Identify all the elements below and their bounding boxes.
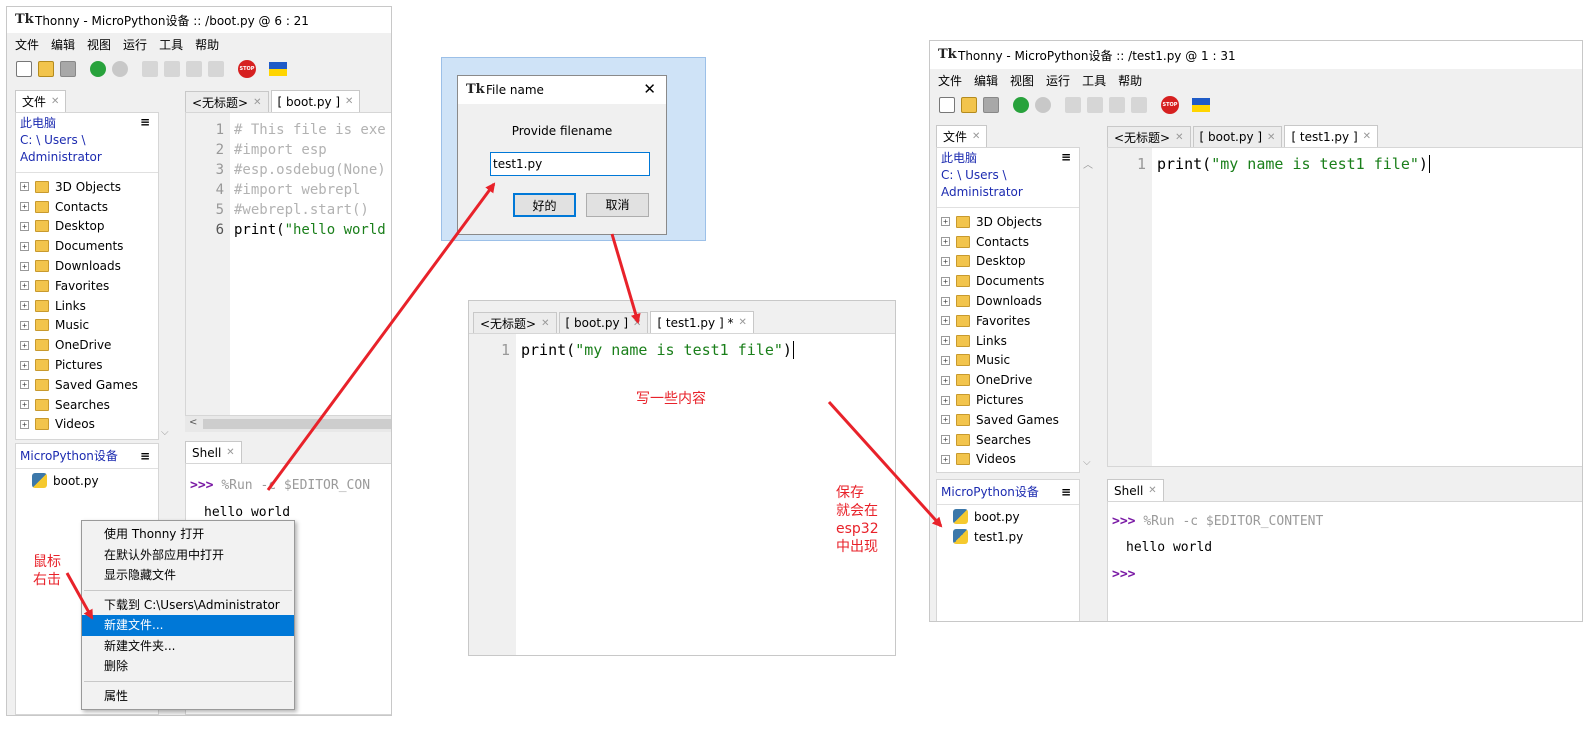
arrow-to-device-file — [827, 400, 943, 528]
arrow-overlay — [65, 182, 943, 620]
arrow-to-new-tab — [610, 233, 641, 324]
arrow-to-new-file — [65, 572, 94, 620]
arrow-to-dialog — [266, 182, 496, 491]
